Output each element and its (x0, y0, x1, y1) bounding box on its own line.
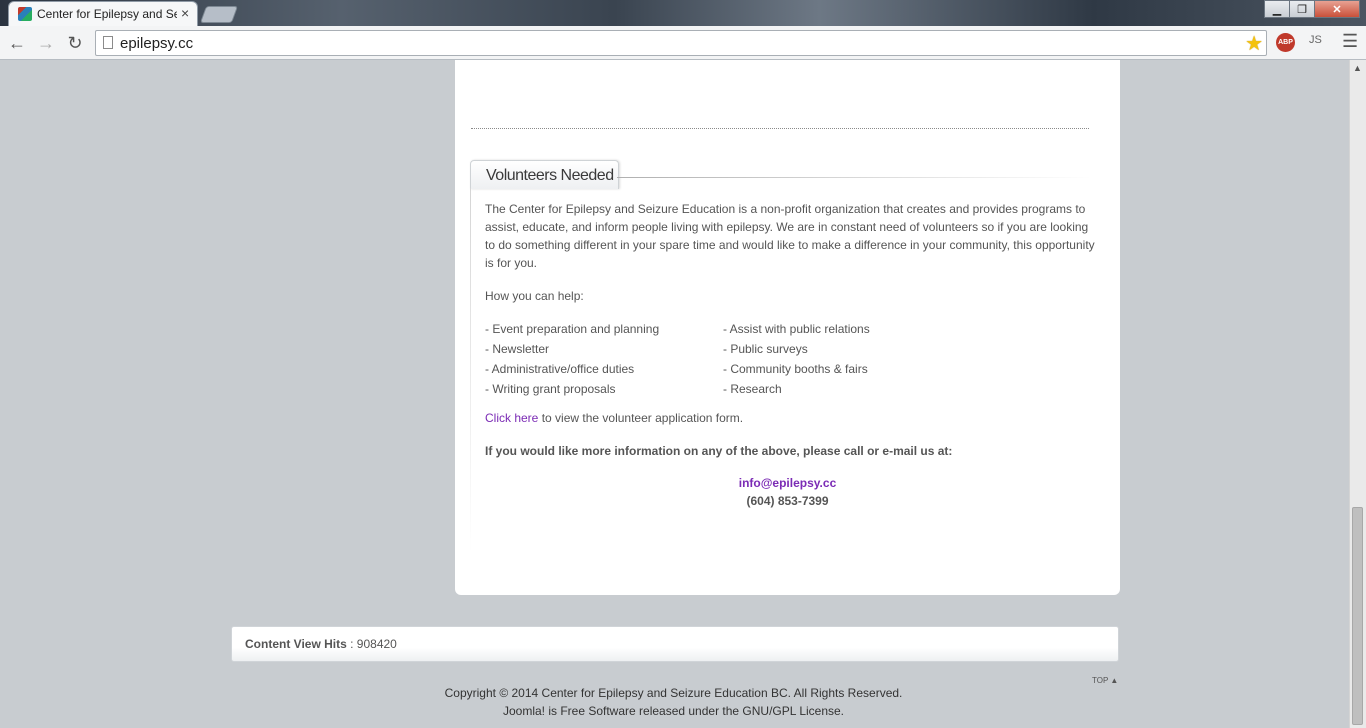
hits-label: Content View Hits (245, 637, 347, 651)
minimize-button[interactable]: ▁ (1264, 0, 1290, 18)
scroll-up-arrow-icon[interactable]: ▲ (1353, 63, 1362, 73)
help-list-left: - Event preparation and planning - Newsl… (485, 319, 659, 399)
application-form-line: Click here to view the volunteer applica… (485, 409, 743, 427)
browser-tab[interactable]: Center for Epilepsy and Se × (8, 1, 198, 26)
module-title: Volunteers Needed (486, 167, 614, 184)
bookmark-star-icon[interactable]: ★ (1245, 31, 1263, 56)
adblock-icon[interactable]: ABP (1276, 33, 1295, 52)
reload-button[interactable]: ↻ (64, 32, 86, 54)
window-titlebar: Center for Epilepsy and Se × ▁ ❐ ✕ (0, 0, 1366, 26)
address-bar[interactable]: epilepsy.cc ★ (95, 30, 1267, 56)
module-header-line (617, 177, 1092, 178)
help-list-right: - Assist with public relations - Public … (723, 319, 870, 399)
browser-toolbar: ← → ↻ epilepsy.cc ★ ABP JS ☰ (0, 26, 1366, 60)
content-panel: Volunteers Needed The Center for Epileps… (455, 60, 1120, 595)
help-heading: How you can help: (485, 289, 584, 303)
site-favicon-icon (18, 7, 32, 21)
list-item: - Writing grant proposals (485, 382, 616, 396)
browser-menu-icon[interactable]: ☰ (1342, 31, 1358, 52)
back-button[interactable]: ← (6, 32, 28, 54)
list-item: - Public surveys (723, 342, 808, 356)
copyright-footer: Copyright © 2014 Center for Epilepsy and… (0, 684, 1349, 720)
list-item: - Newsletter (485, 342, 550, 356)
hits-panel: Content View Hits : 908420 (231, 626, 1119, 662)
license-line: Joomla! is Free Software released under … (502, 704, 845, 718)
contact-heading: If you would like more information on an… (485, 444, 953, 458)
maximize-button[interactable]: ❐ (1289, 0, 1315, 18)
url-text[interactable]: epilepsy.cc (120, 35, 193, 52)
application-form-text: to view the volunteer application form. (538, 411, 744, 425)
divider (471, 128, 1089, 129)
list-item: - Community booths & fairs (723, 362, 868, 376)
vertical-scrollbar[interactable]: ▲ (1349, 60, 1366, 728)
page-icon (103, 36, 113, 49)
window-controls: ▁ ❐ ✕ (1264, 0, 1360, 19)
list-item: - Event preparation and planning (485, 322, 660, 336)
email-link[interactable]: info@epilepsy.cc (739, 476, 837, 490)
phone-number: (604) 853-7399 (746, 494, 829, 508)
list-item: - Administrative/office duties (485, 362, 635, 376)
list-item: - Research (723, 382, 782, 396)
page-viewport: Volunteers Needed The Center for Epileps… (0, 60, 1349, 728)
tab-title: Center for Epilepsy and Se (37, 7, 177, 21)
copyright-line: Copyright © 2014 Center for Epilepsy and… (444, 686, 903, 700)
module-header-tab: Volunteers Needed (470, 160, 619, 189)
tab-close-icon[interactable]: × (181, 5, 189, 21)
email-link-row: info@epilepsy.cc (455, 476, 1120, 490)
hits-value: : 908420 (346, 637, 397, 651)
application-form-link[interactable]: Click here (485, 411, 538, 425)
scrollbar-thumb[interactable] (1352, 507, 1363, 725)
close-window-button[interactable]: ✕ (1314, 0, 1360, 18)
intro-paragraph: The Center for Epilepsy and Seizure Educ… (485, 202, 1095, 270)
javascript-extension-icon[interactable]: JS (1309, 34, 1322, 46)
hits-text: Content View Hits : 908420 (245, 637, 397, 651)
forward-button[interactable]: → (35, 32, 57, 54)
list-item: - Assist with public relations (723, 322, 870, 336)
new-tab-button[interactable] (199, 6, 239, 23)
